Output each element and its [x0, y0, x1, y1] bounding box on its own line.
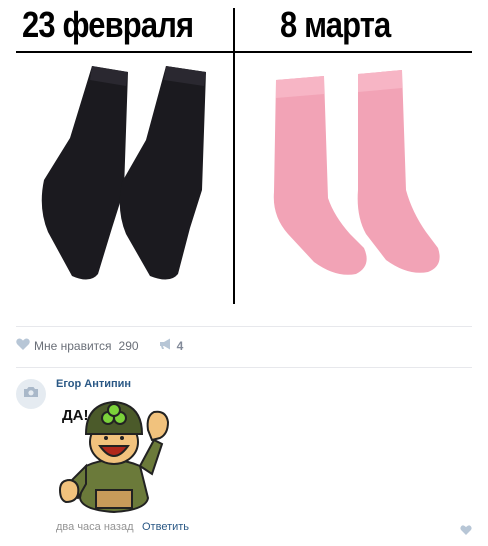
share-count: 4 [176, 339, 184, 353]
sticker-image: ДА! [58, 400, 170, 514]
heart-icon [16, 337, 30, 355]
meme-caption-right: 8 марта [280, 4, 391, 45]
like-label: Мне нравится [34, 339, 112, 353]
post-image[interactable]: 23 февраля 8 марта [0, 0, 488, 306]
black-socks [41, 66, 206, 280]
meme-vertical-divider [233, 8, 235, 304]
like-heart-icon [460, 522, 472, 539]
comment-author-link[interactable]: Егор Антипин [56, 378, 131, 390]
sticker-text: ДА! [62, 407, 89, 424]
like-count: 290 [118, 339, 139, 353]
meme-caption-left: 23 февраля [22, 4, 194, 45]
comment-like-button[interactable] [460, 522, 472, 540]
post-divider-top [16, 326, 472, 327]
like-button[interactable]: Мне нравится 290 [16, 337, 139, 355]
meme-horizontal-divider [16, 51, 472, 53]
avatar[interactable] [16, 379, 46, 409]
megaphone-icon [159, 337, 173, 355]
comment-timestamp[interactable]: два часа назад [56, 521, 133, 533]
camera-icon [23, 385, 39, 403]
pink-socks [273, 70, 440, 275]
reply-button[interactable]: Ответить [142, 521, 189, 533]
post-actions-bar: Мне нравится 290 4 [16, 336, 183, 356]
share-button[interactable]: 4 [159, 337, 184, 355]
post-divider-bottom [16, 367, 472, 368]
